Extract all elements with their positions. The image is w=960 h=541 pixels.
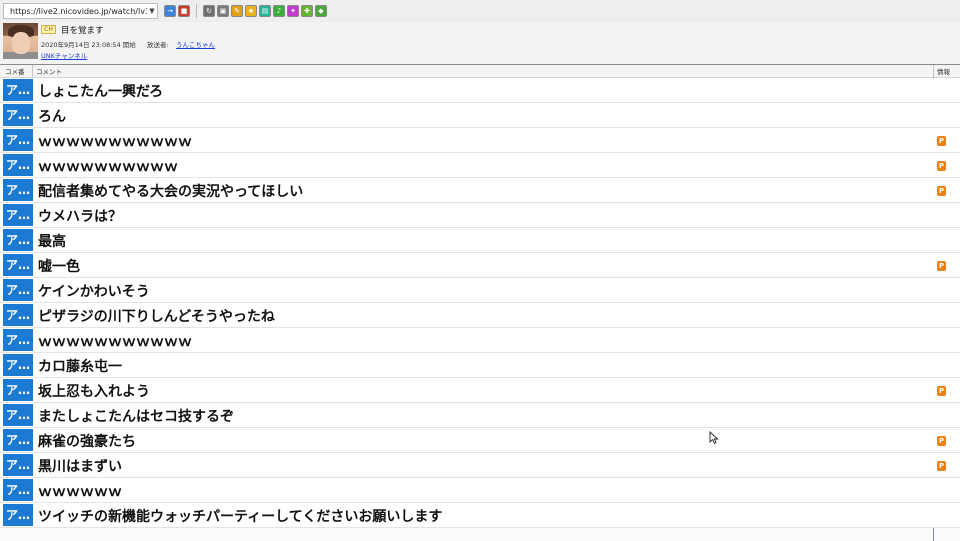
dropdown-arrow-icon[interactable]: ▼ [147,7,157,15]
comment-text: ｗｗｗｗｗｗｗｗｗｗｗ [38,134,192,150]
comment-user-cell[interactable]: ア… [3,504,33,526]
tool-green-icon[interactable]: ♪ [273,5,285,17]
comment-text: ピザラジの川下りしんどそうやったね [38,309,275,325]
avatar-face [12,32,30,54]
channel-link[interactable]: UNKチャンネル [41,50,87,60]
program-info: CH 目を覚ます 2020年9月14日 23:08:54 開始 放送者: うんこ… [0,22,960,87]
toolbar-group-navigation: → ■ [164,5,190,17]
broadcaster-avatar[interactable] [3,23,38,59]
refresh-icon[interactable]: ↻ [203,5,215,17]
comment-text: ケインかわいそう [38,284,150,300]
program-start-date: 2020年9月14日 23:08:54 開始 [41,41,136,49]
tool-lime-icon[interactable]: ✚ [301,5,313,17]
table-row[interactable]: ア… ケインかわいそう [0,278,960,303]
stop-red-icon[interactable]: ■ [178,5,190,17]
table-row[interactable]: ア… しょこたん一興だろ [0,78,960,103]
premium-badge-icon: P [937,436,946,446]
comment-text: 麻雀の強豪たち [38,434,136,450]
toolbar: https://live2.nicovideo.jp/watch/lv32806… [0,0,960,23]
table-row[interactable]: ア… ツイッチの新機能ウォッチパーティーしてくださいお願いします [0,503,960,528]
tool-magenta-icon[interactable]: ✦ [287,5,299,17]
premium-badge-icon: P [937,386,946,396]
comment-text: 坂上忍も入れよう [38,384,150,400]
table-row[interactable]: ア… ｗｗｗｗｗｗ [0,478,960,503]
comment-text: 配信者集めてやる大会の実況やってほしい [38,184,304,200]
comment-list[interactable]: コメ番 コメント 情報 ア… しょこたん一興だろ ア… ろん ア… ｗｗｗｗｗｗｗｗｗｗｗ… [0,64,960,541]
table-row[interactable]: ア… 配信者集めてやる大会の実況やってほしい P [0,178,960,203]
comment-user-cell[interactable]: ア… [3,479,33,501]
comment-user-cell[interactable]: ア… [3,254,33,276]
comment-user-cell[interactable]: ア… [3,329,33,351]
column-header-info[interactable]: 情報 [937,66,950,76]
table-row[interactable]: ア… ｗｗｗｗｗｗｗｗｗｗｗ [0,328,960,353]
table-row[interactable]: ア… 坂上忍も入れよう P [0,378,960,403]
toolbar-separator [196,4,197,18]
comment-user-cell[interactable]: ア… [3,279,33,301]
column-divider[interactable] [933,65,934,77]
table-row[interactable]: ア… 麻雀の強豪たち P [0,428,960,453]
channel-badge: CH [41,25,56,34]
table-row[interactable]: ア… 最高 [0,228,960,253]
comment-text: 黒川はまずい [38,459,122,475]
comment-user-cell[interactable]: ア… [3,379,33,401]
comment-text: カロ藤糸屯一 [38,359,122,375]
premium-badge-icon: P [937,461,946,471]
caster-name-link[interactable]: うんこちゃん [176,39,215,49]
comment-text: ウメハラは？ [38,209,122,225]
program-title: 目を覚ます [61,26,104,36]
comment-user-cell[interactable]: ア… [3,304,33,326]
comment-text: ｗｗｗｗｗｗｗｗｗｗ [38,159,178,175]
table-row[interactable]: ア… ｗｗｗｗｗｗｗｗｗｗ P [0,153,960,178]
comment-text: しょこたん一興だろ [38,84,164,100]
caster-label: 放送者: [147,41,169,49]
comment-text: またしょこたんはセコ技するぞ [38,409,234,425]
comment-rows: ア… しょこたん一興だろ ア… ろん ア… ｗｗｗｗｗｗｗｗｗｗｗ P ア… ｗｗｗｗｗｗｗｗｗ… [0,78,960,528]
table-row[interactable]: ア… ウメハラは？ [0,203,960,228]
comment-user-cell[interactable]: ア… [3,354,33,376]
tool-yellow-icon[interactable]: ★ [245,5,257,17]
comment-user-cell[interactable]: ア… [3,454,33,476]
comment-user-cell[interactable]: ア… [3,204,33,226]
comment-user-cell[interactable]: ア… [3,104,33,126]
comment-text: ｗｗｗｗｗｗｗｗｗｗｗ [38,334,192,350]
table-row[interactable]: ア… ピザラジの川下りしんどそうやったね [0,303,960,328]
url-combobox[interactable]: https://live2.nicovideo.jp/watch/lv32806… [3,3,158,19]
table-row[interactable]: ア… 黒川はまずい P [0,453,960,478]
column-divider[interactable] [32,65,33,77]
toolbar-group-tools: ↻ ▣ ✎ ★ ▤ ♪ ✦ ✚ ◆ [203,5,327,17]
column-header-number[interactable]: コメ番 [5,66,25,76]
comment-user-cell[interactable]: ア… [3,154,33,176]
comment-user-cell[interactable]: ア… [3,129,33,151]
list-header: コメ番 コメント 情報 [0,65,960,78]
comment-user-cell[interactable]: ア… [3,429,33,451]
url-text: https://live2.nicovideo.jp/watch/lv32806… [10,6,147,16]
tool-orange-icon[interactable]: ✎ [231,5,243,17]
comment-text: 最高 [38,234,66,250]
comment-user-cell[interactable]: ア… [3,79,33,101]
table-row[interactable]: ア… カロ藤糸屯一 [0,353,960,378]
comment-text: ｗｗｗｗｗｗ [38,484,122,500]
column-header-comment[interactable]: コメント [36,66,62,76]
premium-badge-icon: P [937,261,946,271]
premium-badge-icon: P [937,161,946,171]
window-icon[interactable]: ▣ [217,5,229,17]
table-row[interactable]: ア… 嘘一色 P [0,253,960,278]
table-row[interactable]: ア… またしょこたんはセコ技するぞ [0,403,960,428]
comment-user-cell[interactable]: ア… [3,229,33,251]
comment-user-cell[interactable]: ア… [3,179,33,201]
comment-text: 嘘一色 [38,259,80,275]
comment-text: ツイッチの新機能ウォッチパーティーしてくださいお願いします [38,509,443,525]
table-row[interactable]: ア… ろん [0,103,960,128]
premium-badge-icon: P [937,186,946,196]
forward-blue-icon[interactable]: → [164,5,176,17]
comment-user-cell[interactable]: ア… [3,404,33,426]
table-row[interactable]: ア… ｗｗｗｗｗｗｗｗｗｗｗ P [0,128,960,153]
tool-green2-icon[interactable]: ◆ [315,5,327,17]
comment-text: ろん [38,109,66,125]
tool-teal-icon[interactable]: ▤ [259,5,271,17]
premium-badge-icon: P [937,136,946,146]
